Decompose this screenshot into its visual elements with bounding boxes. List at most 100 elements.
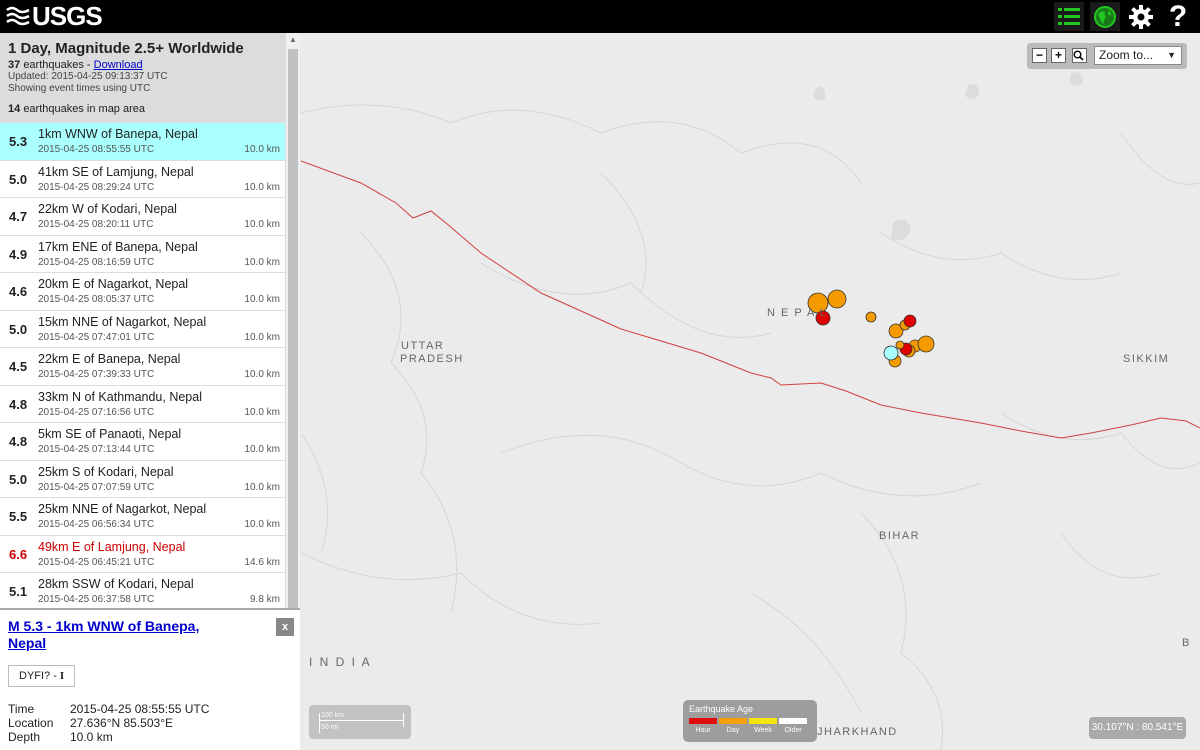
quake-marker[interactable] bbox=[883, 345, 899, 361]
earthquake-list-item[interactable]: 4.8 5km SE of Panaoti, Nepal 2015-04-25 07… bbox=[0, 423, 285, 461]
list-title: 1 Day, Magnitude 2.5+ Worldwide bbox=[8, 40, 244, 57]
eq-place: 41km SE of Lamjung, Nepal bbox=[38, 164, 194, 179]
eq-depth: 9.8 km bbox=[249, 594, 280, 605]
eq-place: 25km NNE of Nagarkot, Nepal bbox=[38, 502, 207, 516]
zoom-in-button[interactable]: + bbox=[1051, 48, 1066, 63]
label-pradesh: PRADESH bbox=[400, 353, 464, 365]
usgs-wave-icon bbox=[6, 6, 30, 25]
dyfi-button[interactable]: DYFI? -I bbox=[8, 665, 76, 687]
label-jharkhand: JHARKHAND bbox=[817, 726, 898, 738]
download-link[interactable]: Download bbox=[94, 59, 143, 71]
legend-swatch-week bbox=[749, 718, 777, 724]
usgs-logo-text: USGS bbox=[32, 1, 103, 31]
admin-lines bbox=[301, 104, 1200, 750]
earthquake-list-item[interactable]: 4.5 22km E of Banepa, Nepal 2015-04-25 07:… bbox=[0, 348, 285, 386]
eq-place: 20km E of Nagarkot, Nepal bbox=[38, 277, 189, 291]
event-details: M 5.3 - 1km WNW of Banepa, Nepal x DYFI?… bbox=[0, 608, 300, 750]
label-uttar: UTTAR bbox=[401, 340, 445, 352]
scale-tick-right bbox=[403, 713, 404, 727]
eq-place: 22km E of Banepa, Nepal bbox=[38, 352, 181, 366]
zoom-control: − + Zoom to... ▼ bbox=[1027, 43, 1187, 69]
dropdown-arrow-icon: ▼ bbox=[1167, 50, 1176, 60]
eq-magnitude: 4.8 bbox=[9, 396, 28, 412]
zoom-to-select[interactable]: Zoom to... ▼ bbox=[1094, 46, 1182, 65]
eq-time: 2015-04-25 06:37:58 UTC bbox=[38, 594, 155, 605]
eq-time: 2015-04-25 08:05:37 UTC bbox=[38, 294, 155, 305]
earthquake-list-item[interactable]: 5.0 15km NNE of Nagarkot, Nepal 2015-04-25… bbox=[0, 310, 285, 348]
eq-place: 15km NNE of Nagarkot, Nepal bbox=[38, 314, 207, 329]
map-view-button[interactable] bbox=[1090, 2, 1120, 31]
quake-marker[interactable] bbox=[903, 314, 917, 328]
legend-label-older: Older bbox=[784, 727, 802, 734]
eq-time: 2015-04-25 07:39:33 UTC bbox=[38, 369, 155, 380]
earthquake-markers bbox=[807, 289, 935, 368]
updated-time: Updated: 2015-04-25 09:13:37 UTC bbox=[8, 71, 168, 82]
label-nepal: N E P A L bbox=[767, 307, 828, 319]
eq-magnitude: 4.8 bbox=[9, 434, 28, 449]
list-view-button[interactable] bbox=[1054, 2, 1084, 31]
scroll-up-arrow-icon[interactable]: ▲ bbox=[286, 33, 300, 47]
map-area-count: 14 earthquakes in map area bbox=[8, 103, 277, 115]
legend-label-week: Week bbox=[754, 727, 772, 734]
eq-place: 33km N of Kathmandu, Nepal bbox=[38, 389, 202, 404]
quake-marker[interactable] bbox=[827, 289, 847, 309]
earthquake-age-legend: Earthquake Age Hour Day Week Older bbox=[683, 700, 817, 742]
earthquake-list-item[interactable]: 5.0 25km S of Kodari, Nepal 2015-04-25 07:… bbox=[0, 460, 285, 498]
eq-magnitude: 5.0 bbox=[9, 321, 28, 337]
map-area[interactable]: − + Zoom to... ▼ N E P A L UTTAR PRADESH… bbox=[301, 33, 1200, 750]
eq-time: 2015-04-25 08:16:59 UTC bbox=[38, 256, 155, 268]
eq-place: 17km ENE of Banepa, Nepal bbox=[38, 239, 198, 254]
label-edge-b: B bbox=[1182, 637, 1191, 649]
gear-icon bbox=[1129, 4, 1153, 29]
map-area-value: 14 bbox=[8, 103, 21, 115]
earthquake-list-item[interactable]: 5.0 41km SE of Lamjung, Nepal 2015-04-25 0… bbox=[0, 160, 285, 198]
quake-marker[interactable] bbox=[917, 335, 935, 353]
list-scrollbar[interactable]: ▲ bbox=[285, 33, 300, 609]
eq-time: 2015-04-25 07:47:01 UTC bbox=[38, 331, 155, 343]
eq-depth: 10.0 km bbox=[244, 481, 280, 493]
earthquake-list-item[interactable]: 5.1 28km SSW of Kodari, Nepal 2015-04-25 0… bbox=[0, 573, 285, 608]
eq-depth: 10.0 km bbox=[244, 331, 280, 343]
detail-depth-label: Depth bbox=[8, 730, 41, 744]
lakes bbox=[813, 72, 1083, 241]
eq-place: 22km W of Kodari, Nepal bbox=[38, 202, 177, 216]
eq-depth: 10.0 km bbox=[244, 256, 280, 268]
usgs-logo[interactable]: USGS bbox=[6, 1, 103, 31]
close-details-button[interactable]: x bbox=[276, 618, 294, 636]
earthquake-count: 37 earthquakes - Download bbox=[8, 59, 277, 71]
question-icon: ? bbox=[1168, 0, 1188, 33]
label-india: I N D I A bbox=[309, 655, 372, 669]
earthquake-list-item[interactable]: 6.6 49km E of Lamjung, Nepal 2015-04-25 06… bbox=[0, 535, 285, 573]
earthquake-list-item[interactable]: 4.6 20km E of Nagarkot, Nepal 2015-04-25 0… bbox=[0, 273, 285, 311]
settings-button[interactable] bbox=[1126, 2, 1156, 31]
map-scale: 100 km 50 mi bbox=[309, 705, 411, 739]
eq-depth: 10.0 km bbox=[244, 144, 280, 155]
eq-place: 25km S of Kodari, Nepal bbox=[38, 464, 174, 479]
eq-magnitude: 5.0 bbox=[9, 171, 28, 187]
count-value: 37 bbox=[8, 59, 21, 71]
eq-time: 2015-04-25 08:55:55 UTC bbox=[38, 144, 155, 155]
quake-marker[interactable] bbox=[895, 340, 905, 350]
label-sikkim: SIKKIM bbox=[1123, 353, 1170, 365]
map-canvas bbox=[301, 72, 1200, 750]
quake-marker[interactable] bbox=[865, 311, 877, 323]
eq-magnitude: 4.7 bbox=[9, 209, 28, 224]
eq-depth: 10.0 km bbox=[244, 181, 280, 193]
earthquake-list: 5.3 1km WNW of Banepa, Nepal 2015-04-25 08… bbox=[0, 123, 285, 608]
earthquake-list-item[interactable]: 4.9 17km ENE of Banepa, Nepal 2015-04-25 0… bbox=[0, 235, 285, 273]
zoom-out-button[interactable]: − bbox=[1032, 48, 1047, 63]
earthquake-list-item[interactable]: 5.5 25km NNE of Nagarkot, Nepal 2015-04-25… bbox=[0, 498, 285, 536]
legend-label-day: Day bbox=[726, 727, 740, 734]
earthquake-list-item[interactable]: 4.8 33km N of Kathmandu, Nepal 2015-04-25 … bbox=[0, 385, 285, 423]
detail-time-row: Time 2015-04-25 08:55:55 UTC bbox=[8, 702, 209, 716]
scale-mi: 50 mi bbox=[321, 724, 339, 731]
eq-place: 1km WNW of Banepa, Nepal bbox=[38, 127, 198, 141]
help-button[interactable]: ? bbox=[1163, 0, 1193, 33]
zoom-search-button[interactable] bbox=[1072, 48, 1087, 63]
earthquake-list-item[interactable]: 4.7 22km W of Kodari, Nepal 2015-04-25 08:… bbox=[0, 198, 285, 236]
legend-swatch-day bbox=[719, 718, 747, 724]
earthquake-list-item[interactable]: 5.3 1km WNW of Banepa, Nepal 2015-04-25 08… bbox=[0, 123, 285, 161]
scroll-thumb[interactable] bbox=[288, 49, 298, 609]
magnifier-icon bbox=[1073, 50, 1084, 61]
event-title-link[interactable]: M 5.3 - 1km WNW of Banepa, Nepal bbox=[8, 618, 238, 652]
